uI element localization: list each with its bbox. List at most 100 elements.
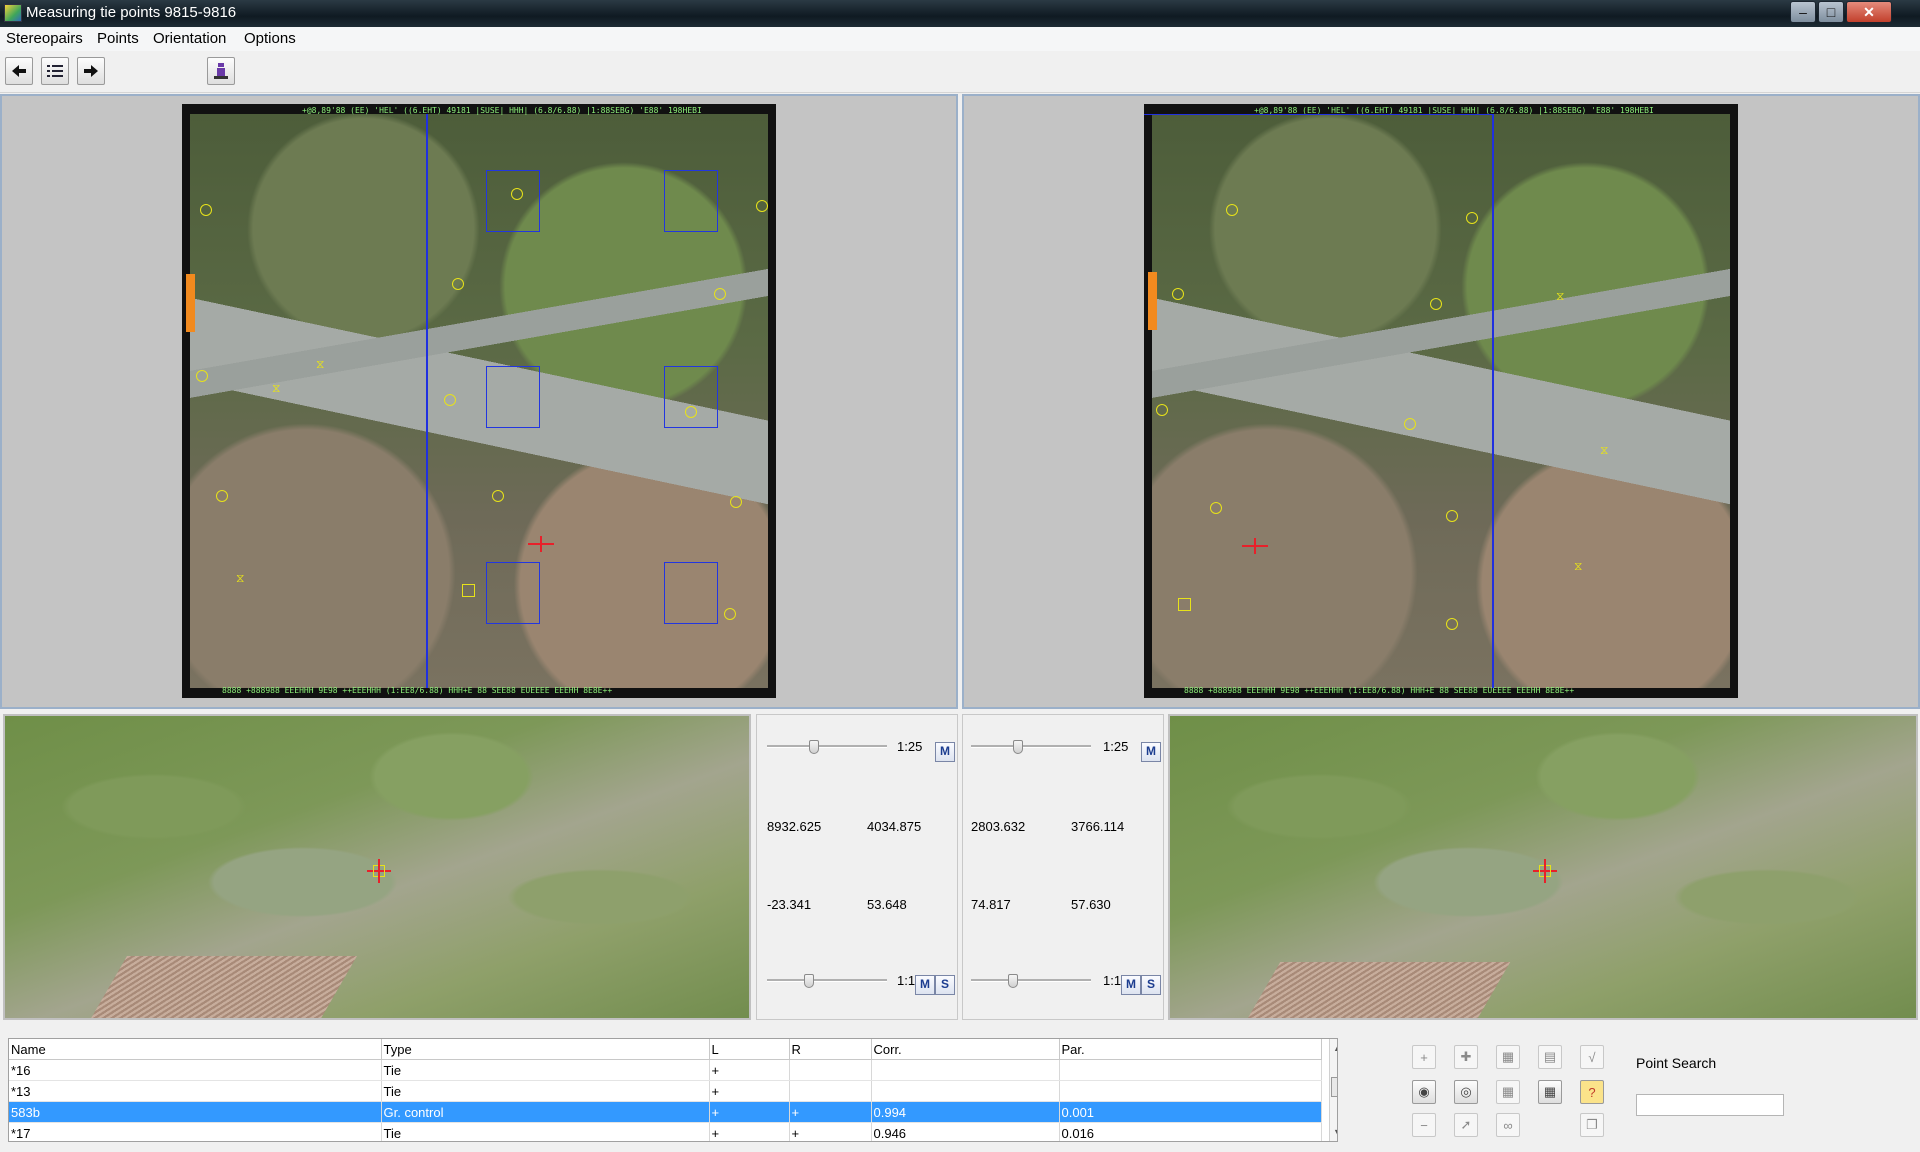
tie-point-marker[interactable] [714,288,726,300]
left-s-button[interactable]: S [935,975,955,995]
right-s-button[interactable]: S [1141,975,1161,995]
minimize-button[interactable]: – [1790,1,1816,23]
auto-measure-icon[interactable]: ▦ [1496,1045,1520,1069]
tie-point-marker[interactable] [685,406,697,418]
tie-point-marker[interactable] [492,490,504,502]
cell-par: 0.001 [1059,1101,1322,1123]
tie-point-marker[interactable] [200,204,212,216]
scroll-thumb[interactable] [1331,1077,1337,1097]
copy-icon[interactable]: ❐ [1580,1113,1604,1137]
binoculars-icon[interactable]: ∞ [1496,1113,1520,1137]
column-header-name[interactable]: Name [9,1039,382,1060]
column-header-type[interactable]: Type [381,1039,710,1060]
tie-point-marker[interactable] [452,278,464,290]
left-m-button-top[interactable]: M [935,742,955,762]
tie-point-marker[interactable] [1226,204,1238,216]
cell-l: + [709,1101,790,1123]
refine-icon[interactable]: ▦ [1496,1080,1520,1104]
right-scale-slider[interactable] [971,979,1091,982]
table-row[interactable]: *16 Tie + [9,1059,1322,1081]
close-button[interactable]: ✕ [1846,1,1892,23]
tie-point-marker[interactable] [1430,298,1442,310]
control-point-marker[interactable]: ⧖ [272,382,280,394]
control-point-marker[interactable]: ⧖ [1574,560,1582,572]
list-button[interactable] [41,57,69,85]
tie-point-marker[interactable] [196,370,208,382]
tie-point-marker[interactable] [511,188,523,200]
table-row-selected[interactable]: 583b Gr. control + + 0.994 0.001 [9,1101,1322,1123]
tie-point-marker[interactable] [724,608,736,620]
right-zoom-slider-thumb[interactable] [1013,740,1023,754]
column-header-par[interactable]: Par. [1059,1039,1322,1060]
left-zoom-slider-thumb[interactable] [809,740,819,754]
table-row[interactable]: *17 Tie + + 0.946 0.016 [9,1122,1322,1141]
point-search-input[interactable] [1636,1094,1784,1116]
tie-point-marker[interactable] [1210,502,1222,514]
tie-point-marker[interactable] [1446,510,1458,522]
add-point-icon[interactable]: + [1412,1045,1436,1069]
check-point-marker[interactable] [1178,598,1191,611]
target-icon[interactable]: ◎ [1454,1080,1478,1104]
control-point-marker[interactable]: ⧖ [1600,444,1608,456]
tie-point-marker[interactable] [730,496,742,508]
menu-orientation[interactable]: Orientation [153,30,226,47]
scroll-up-icon[interactable]: ▲ [1333,1043,1337,1053]
correlate-icon[interactable]: ◉ [1412,1080,1436,1104]
tie-point-marker[interactable] [1172,288,1184,300]
left-zoom-slider[interactable] [767,745,887,748]
cell-l: + [709,1080,790,1102]
right-zoom-slider[interactable] [971,745,1091,748]
control-point-marker[interactable]: ⧖ [1556,290,1564,302]
right-measure-cursor[interactable] [1533,859,1557,883]
left-overview-panel[interactable]: +@8,89'88 (EE) 'HEL' ((6.EHT) 49181 |SUS… [0,94,958,709]
right-scale-slider-thumb[interactable] [1008,974,1018,988]
table-scrollbar[interactable]: ▲ ▼ [1329,1039,1337,1141]
right-m-button-top[interactable]: M [1141,742,1161,762]
left-photo-strip-bottom: 8888 +888988 EEEHHH 9E98 ++EEEHHH (1:EE8… [222,686,613,695]
help-icon[interactable]: ? [1580,1080,1604,1104]
column-header-r[interactable]: R [789,1039,872,1060]
column-header-corr[interactable]: Corr. [871,1039,1060,1060]
left-coord-x: 8932.625 [767,819,822,834]
control-point-marker[interactable]: ⧖ [316,358,324,370]
operator-button[interactable] [207,57,235,85]
add-tie-point-icon[interactable]: ✚ [1454,1045,1478,1069]
tie-point-marker[interactable] [1466,212,1478,224]
table-row[interactable]: *13 Tie + [9,1080,1322,1102]
menu-points[interactable]: Points [97,30,139,47]
left-zoom-view[interactable] [3,714,751,1020]
right-aerial-photo[interactable]: +@8,89'88 (EE) 'HEL' ((6.EHT) 49181 |SUS… [1144,104,1738,698]
menu-options[interactable]: Options [244,30,296,47]
right-zoom-view[interactable] [1168,714,1918,1020]
tie-point-marker[interactable] [1156,404,1168,416]
right-overview-panel[interactable]: +@8,89'88 (EE) 'HEL' ((6.EHT) 49181 |SUS… [962,94,1920,709]
left-measure-cursor[interactable] [367,859,391,883]
tie-point-marker[interactable] [1446,618,1458,630]
previous-button[interactable] [5,57,33,85]
left-scale-slider[interactable] [767,979,887,982]
menu-stereopairs[interactable]: Stereopairs [6,30,83,47]
points-table[interactable]: Name Type L R Corr. Par. *16 Tie + *13 T… [8,1038,1338,1142]
cell-par [1059,1059,1322,1081]
tie-point-marker[interactable] [756,200,768,212]
maximize-button[interactable]: □ [1818,1,1844,23]
control-point-marker[interactable]: ⧖ [236,572,244,584]
right-fiducial-label [1148,272,1157,330]
scroll-down-icon[interactable]: ▼ [1333,1127,1337,1137]
formula-icon[interactable]: √ [1580,1045,1604,1069]
left-m-button-bottom[interactable]: M [915,975,935,995]
tie-point-marker[interactable] [216,490,228,502]
check-point-marker[interactable] [462,584,475,597]
next-button[interactable] [77,57,105,85]
left-scale-slider-thumb[interactable] [804,974,814,988]
remove-point-icon[interactable]: − [1412,1113,1436,1137]
grid-view-icon[interactable]: ▦ [1538,1080,1562,1104]
grid-add-icon[interactable]: ▤ [1538,1045,1562,1069]
cell-par [1059,1080,1322,1102]
tie-point-marker[interactable] [444,394,456,406]
right-m-button-bottom[interactable]: M [1121,975,1141,995]
left-aerial-photo[interactable]: +@8,89'88 (EE) 'HEL' ((6.EHT) 49181 |SUS… [182,104,776,698]
column-header-l[interactable]: L [709,1039,790,1060]
pointer-icon[interactable]: ➚ [1454,1113,1478,1137]
tie-point-marker[interactable] [1404,418,1416,430]
